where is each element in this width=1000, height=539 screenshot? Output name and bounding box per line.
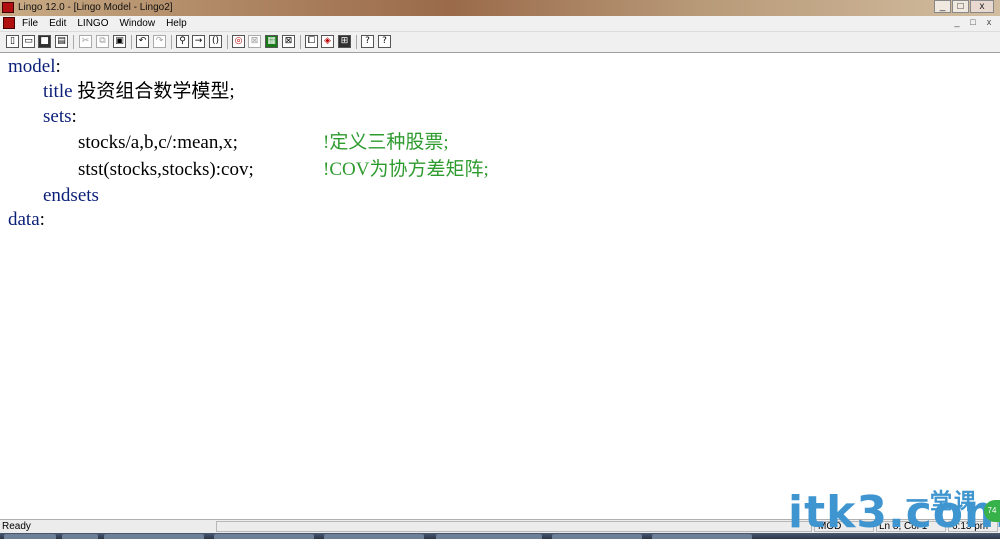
code-line: model:	[8, 56, 61, 78]
undo-icon[interactable]: ↶	[136, 35, 149, 48]
code-line: stocks/a,b,c/:mean,x;	[78, 132, 238, 154]
solution-icon[interactable]: ⊠	[248, 35, 261, 48]
matrix-picture-icon[interactable]: ▦	[265, 35, 278, 48]
code-text: :	[55, 56, 61, 77]
title-bar[interactable]: Lingo 12.0 - [Lingo Model - Lingo2] _ □ …	[0, 0, 1000, 16]
itk3-watermark: itk3.com 一堂课 74	[788, 488, 1000, 539]
find-icon[interactable]: ⚲	[176, 35, 189, 48]
code-text: :	[39, 209, 45, 230]
document-window-controls: _ □ x	[948, 17, 996, 29]
watermark-chinese-text: 一堂课	[906, 489, 979, 514]
code-text: :	[71, 106, 77, 127]
code-text: stocks/a,b,c/:mean,x;	[78, 132, 238, 153]
code-line: data:	[8, 209, 45, 231]
options-icon[interactable]: ⊞	[338, 35, 351, 48]
keyword: sets	[43, 106, 72, 127]
minimize-button[interactable]: _	[934, 0, 951, 13]
menu-window[interactable]: Window	[119, 16, 155, 31]
maximize-button[interactable]: □	[952, 0, 969, 13]
new-icon[interactable]: ▯	[6, 35, 19, 48]
toolbar-separator	[300, 35, 301, 49]
menu-edit[interactable]: Edit	[49, 16, 66, 31]
taskbar-item[interactable]	[104, 534, 204, 539]
menu-list: File Edit LINGO Window Help	[22, 16, 198, 31]
taskbar-item[interactable]	[214, 534, 314, 539]
copy-icon[interactable]: ⧉	[96, 35, 109, 48]
taskbar-item[interactable]	[324, 534, 424, 539]
taskbar-item[interactable]	[652, 534, 752, 539]
document-restore-button[interactable]: □	[966, 17, 980, 29]
toolbar-separator	[227, 35, 228, 49]
keyword: data	[8, 209, 40, 230]
tile-icon[interactable]: ◈	[321, 35, 334, 48]
save-icon[interactable]: ■	[38, 35, 51, 48]
window-title: Lingo 12.0 - [Lingo Model - Lingo2]	[18, 2, 173, 13]
solve-icon[interactable]: ◎	[232, 35, 245, 48]
cut-icon[interactable]: ✂	[79, 35, 92, 48]
code-line: sets:	[43, 106, 77, 128]
menu-bar: File Edit LINGO Window Help _ □ x	[0, 16, 1000, 32]
code-line: stst(stocks,stocks):cov;	[78, 159, 254, 181]
close-button[interactable]: x	[970, 0, 994, 13]
open-icon[interactable]: ▭	[22, 35, 35, 48]
match-parenthesis-icon[interactable]: ()	[209, 35, 222, 48]
taskbar-item[interactable]	[62, 534, 98, 539]
code-comment: !COV为协方差矩阵;	[323, 159, 489, 180]
code-line: title 投资组合数学模型;	[43, 81, 235, 103]
document-close-button[interactable]: x	[982, 17, 996, 29]
taskbar-item[interactable]	[552, 534, 642, 539]
context-help-icon[interactable]: ?	[378, 35, 391, 48]
menu-lingo[interactable]: LINGO	[77, 16, 108, 31]
menu-help[interactable]: Help	[166, 16, 187, 31]
goto-line-icon[interactable]: →	[192, 35, 205, 48]
keyword: title	[43, 81, 73, 102]
print-icon[interactable]: ▤	[55, 35, 68, 48]
toolbar: ▯ ▭ ■ ▤ ✂ ⧉ ▣ ↶ ↷ ⚲ → () ◎ ⊠ ▦ ⊠ ⧠ ◈ ⊞ ?…	[0, 32, 1000, 53]
watermark-badge: 74	[984, 500, 1000, 522]
toolbar-separator	[73, 35, 74, 49]
taskbar-item[interactable]	[436, 534, 542, 539]
code-line: endsets	[43, 185, 99, 207]
keyword: endsets	[43, 185, 99, 206]
close-all-icon[interactable]: ⊠	[282, 35, 295, 48]
toolbar-separator	[171, 35, 172, 49]
document-minimize-button[interactable]: _	[950, 17, 964, 29]
code-comment: !定义三种股票;	[323, 132, 449, 153]
lingo-window: Lingo 12.0 - [Lingo Model - Lingo2] _ □ …	[0, 0, 1000, 539]
send-to-back-icon[interactable]: ⧠	[305, 35, 318, 48]
status-panel	[216, 521, 812, 532]
toolbar-separator	[356, 35, 357, 49]
code-text: stst(stocks,stocks):cov;	[78, 159, 254, 180]
toolbar-separator	[131, 35, 132, 49]
help-icon[interactable]: ?	[361, 35, 374, 48]
window-controls: _ □ x	[933, 0, 994, 14]
taskbar-start-button[interactable]	[4, 534, 56, 539]
document-icon[interactable]	[3, 17, 15, 29]
keyword: model	[8, 56, 56, 77]
status-text: Ready	[2, 521, 31, 532]
lingo-app-icon[interactable]	[2, 2, 14, 13]
paste-icon[interactable]: ▣	[113, 35, 126, 48]
redo-icon[interactable]: ↷	[153, 35, 166, 48]
code-text: 投资组合数学模型;	[72, 81, 235, 102]
model-editor[interactable]: model: title 投资组合数学模型; sets: stocks/a,b,…	[0, 53, 1000, 519]
menu-file[interactable]: File	[22, 16, 38, 31]
